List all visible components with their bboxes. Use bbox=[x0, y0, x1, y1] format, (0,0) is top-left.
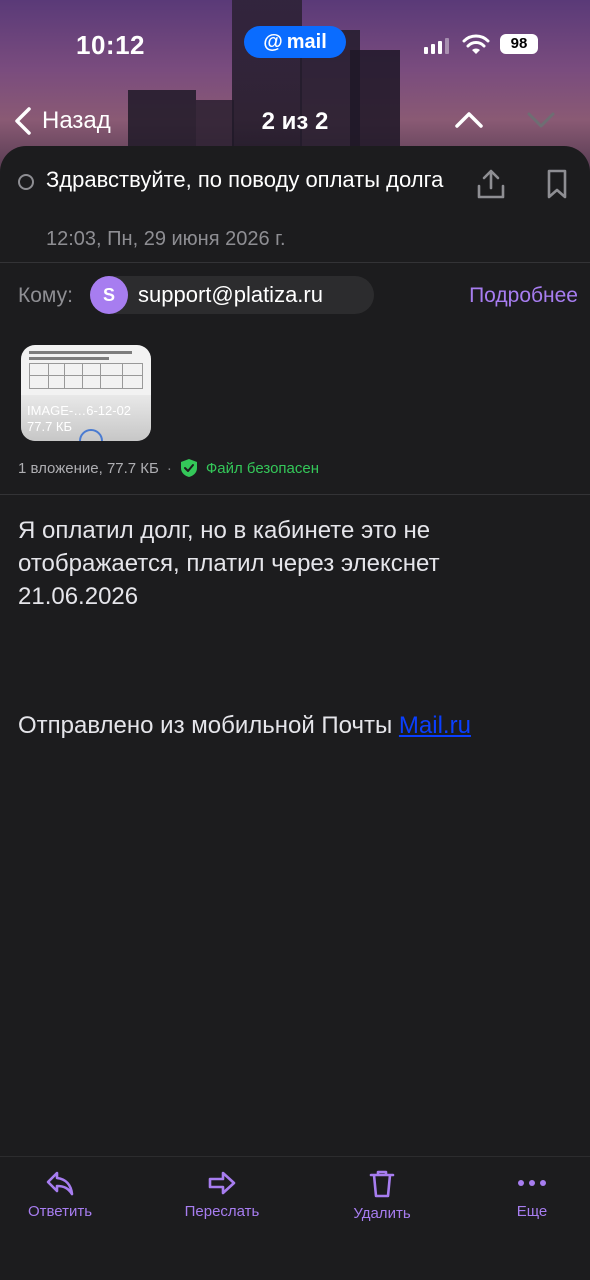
delete-label: Удалить bbox=[353, 1205, 411, 1222]
document-preview bbox=[29, 363, 143, 389]
message-sheet: Здравствуйте, по поводу оплаты долга 12:… bbox=[0, 146, 590, 1280]
message-signature: Отправлено из мобильной Почты Mail.ru bbox=[18, 712, 471, 740]
next-message-button[interactable] bbox=[526, 110, 556, 130]
to-label: Кому: bbox=[18, 284, 73, 307]
app-indicator-pill[interactable]: @ mail bbox=[244, 26, 346, 58]
delete-button[interactable]: Удалить bbox=[322, 1169, 442, 1222]
status-bar: 10:12 @ mail 98 bbox=[0, 0, 590, 90]
separator: · bbox=[166, 459, 172, 477]
previous-message-button[interactable] bbox=[454, 110, 484, 130]
bookmark-icon[interactable] bbox=[546, 168, 568, 200]
more-label: Еще bbox=[516, 1203, 548, 1220]
avatar: S bbox=[90, 276, 128, 314]
reply-button[interactable]: Ответить bbox=[0, 1169, 120, 1220]
status-time: 10:12 bbox=[76, 30, 145, 60]
body-divider bbox=[0, 494, 590, 495]
recipient-row: Кому: S support@platiza.ru Подробнее bbox=[18, 276, 578, 314]
read-status-indicator[interactable] bbox=[18, 174, 34, 190]
details-link[interactable]: Подробнее bbox=[469, 284, 578, 308]
forward-icon bbox=[208, 1171, 236, 1195]
forward-label: Переслать bbox=[184, 1203, 260, 1220]
trash-icon bbox=[369, 1170, 395, 1198]
message-body: Я оплатил долг, но в кабинете это не ото… bbox=[18, 517, 440, 610]
attachment-info: 1 вложение, 77.7 КБ · Файл безопасен bbox=[18, 458, 319, 478]
attachment-summary: 1 вложение, 77.7 КБ bbox=[18, 459, 159, 477]
recipient-chip[interactable]: S support@platiza.ru bbox=[90, 276, 374, 314]
reply-label: Ответить bbox=[27, 1203, 93, 1220]
message-subject: Здравствуйте, по поводу оплаты долга bbox=[46, 167, 444, 192]
message-counter: 2 из 2 bbox=[261, 108, 329, 135]
reply-icon bbox=[46, 1171, 74, 1196]
header-divider bbox=[0, 262, 590, 263]
attachment-thumbnail[interactable]: IMAGE-…6-12-02 77.7 КБ bbox=[21, 345, 151, 441]
more-button[interactable]: Еще bbox=[472, 1169, 590, 1220]
bottom-toolbar: Ответить Переслать Удалить Еще bbox=[0, 1156, 590, 1280]
app-pill-label: mail bbox=[286, 30, 327, 53]
file-safe-status: Файл безопасен bbox=[205, 459, 320, 477]
forward-button[interactable]: Переслать bbox=[162, 1169, 282, 1220]
message-date: 12:03, Пн, 29 июня 2026 г. bbox=[46, 228, 286, 250]
attachment-size: 77.7 КБ bbox=[27, 419, 73, 434]
recipient-email: support@platiza.ru bbox=[138, 282, 323, 307]
wifi-icon bbox=[462, 34, 490, 54]
cellular-signal-icon bbox=[424, 38, 449, 54]
share-icon[interactable] bbox=[476, 168, 506, 200]
at-sign-icon: @ bbox=[263, 30, 283, 53]
navigation-bar: Назад 2 из 2 bbox=[0, 100, 590, 144]
shield-check-icon bbox=[180, 459, 197, 477]
more-dots-icon bbox=[518, 1180, 546, 1186]
battery-indicator: 98 bbox=[500, 34, 538, 54]
mailru-link[interactable]: Mail.ru bbox=[399, 712, 471, 739]
attachment-name: IMAGE-…6-12-02 bbox=[27, 403, 132, 418]
signature-text: Отправлено из мобильной Почты bbox=[18, 712, 399, 739]
